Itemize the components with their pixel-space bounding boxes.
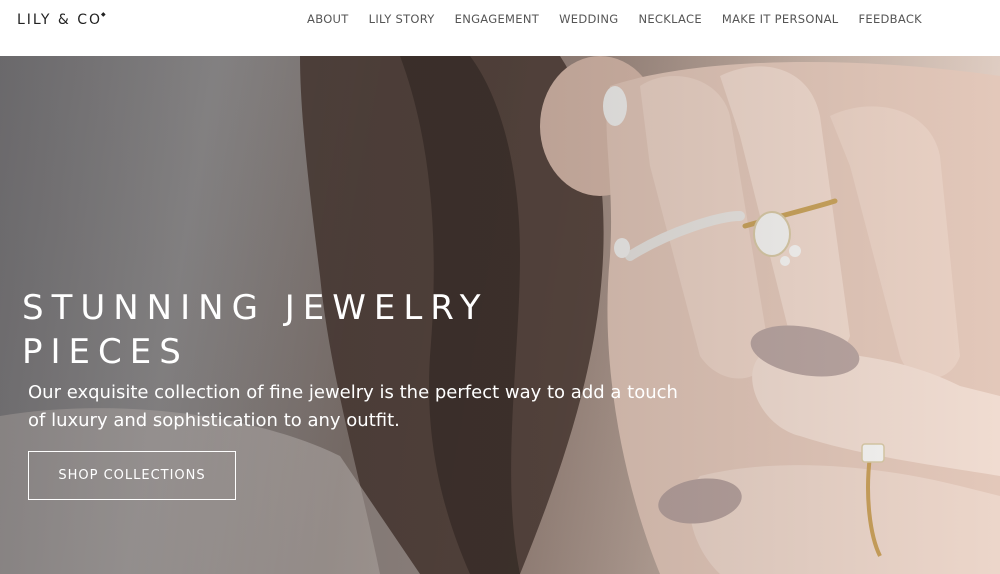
brand-mark-icon: ◆ — [101, 11, 108, 18]
shop-collections-button[interactable]: SHOP COLLECTIONS — [28, 451, 236, 500]
nav-item-make-it-personal[interactable]: MAKE IT PERSONAL — [722, 12, 839, 26]
nav-item-engagement[interactable]: ENGAGEMENT — [455, 12, 539, 26]
nav-item-lily-story[interactable]: LILY STORY — [369, 12, 435, 26]
hero-banner: STUNNING JEWELRY PIECES Our exquisite co… — [0, 56, 1000, 574]
nav-item-wedding[interactable]: WEDDING — [559, 12, 618, 26]
hero-description: Our exquisite collection of fine jewelry… — [28, 382, 678, 431]
main-nav: ABOUT LILY STORY ENGAGEMENT WEDDING NECK… — [287, 12, 922, 26]
brand-logo[interactable]: LILY & CO◆ — [17, 11, 109, 32]
nav-item-feedback[interactable]: FEEDBACK — [858, 12, 922, 26]
nav-item-necklace[interactable]: NECKLACE — [638, 12, 701, 26]
nav-item-about[interactable]: ABOUT — [307, 12, 349, 26]
brand-name: LILY & CO — [17, 12, 103, 28]
site-header: LILY & CO◆ ABOUT LILY STORY ENGAGEMENT W… — [0, 0, 1000, 56]
hero-title: STUNNING JEWELRY PIECES — [22, 288, 489, 372]
